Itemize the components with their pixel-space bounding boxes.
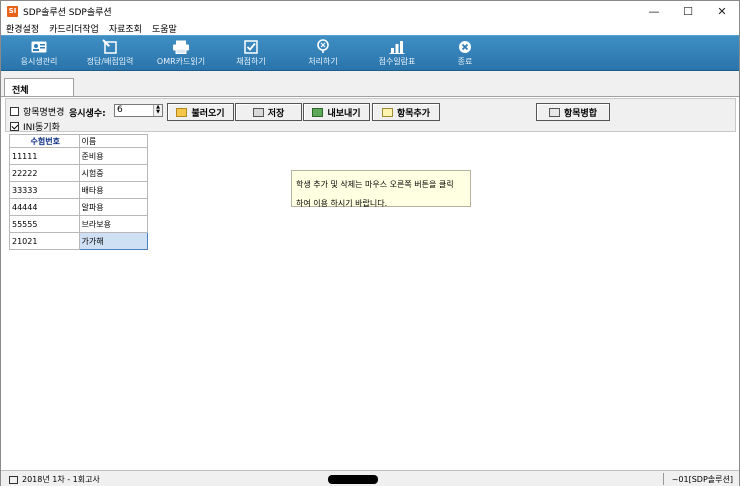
status-user: ~01[SDP솔루션] (671, 475, 733, 484)
table-row[interactable]: 22222 시험중 (9, 164, 148, 182)
load-button[interactable]: 불러오기 (167, 103, 234, 121)
tab-divider (1, 96, 739, 97)
tooltip-line-2: 하여 이용 하시기 바랍니다. (296, 199, 388, 208)
edit-sheet-icon (102, 38, 118, 55)
export-icon (312, 107, 324, 117)
cell-name[interactable]: 브라보용 (78, 215, 148, 233)
title-bar: SI SDP솔루션 SDP솔루션 — ☐ ✕ (1, 1, 739, 21)
status-bar: 2018년 1차 - 1회고사 ~01[SDP솔루션] (1, 470, 739, 486)
menu-bar: 환경설정 카드리더작업 자료조회 도움말 (1, 21, 739, 35)
cell-exam-number[interactable]: 44444 (9, 198, 80, 216)
status-exam-text: 2018년 1차 - 1회고사 (22, 475, 100, 484)
cell-exam-number[interactable]: 22222 (9, 164, 80, 182)
id-card-icon (31, 38, 47, 55)
cell-exam-number[interactable]: 21021 (9, 232, 80, 250)
toolbar-omr-read[interactable]: OMR카드읽기 (151, 38, 211, 70)
status-icon (9, 475, 18, 484)
cell-name[interactable]: 준비용 (78, 147, 148, 165)
checkbox-box[interactable] (10, 107, 19, 116)
toolbar-student-manage[interactable]: 응시생관리 (11, 38, 67, 70)
student-count-value[interactable]: 6 (117, 105, 123, 115)
column-header-exam-number[interactable]: 수험번호 (9, 134, 80, 148)
table-row[interactable]: 33333 배타용 (9, 181, 148, 199)
toolbar-exit[interactable]: 종료 (449, 38, 481, 70)
menu-data-lookup[interactable]: 자료조회 (104, 22, 147, 35)
window-title: SDP솔루션 SDP솔루션 (23, 7, 112, 18)
toolbar-label: 응시생관리 (20, 57, 58, 66)
cell-name[interactable]: 알파용 (78, 198, 148, 216)
process-icon (316, 38, 330, 55)
minimize-button[interactable]: — (637, 1, 671, 21)
cell-exam-number[interactable]: 33333 (9, 181, 80, 199)
toolbar-grading[interactable]: 채점하기 (229, 38, 273, 70)
menu-help[interactable]: 도움말 (147, 22, 182, 35)
toolbar-label: 처리하기 (308, 57, 338, 66)
table-row[interactable]: 11111 준비용 (9, 147, 148, 165)
column-header-name[interactable]: 이름 (78, 134, 148, 148)
export-button-label: 내보내기 (327, 108, 361, 119)
spinner-arrows-icon[interactable]: ▲ ▼ (153, 105, 162, 116)
toolbar-label: 종료 (457, 57, 473, 66)
print-icon (548, 107, 560, 117)
menu-card-reader[interactable]: 카드리더작업 (44, 22, 104, 35)
close-button[interactable]: ✕ (705, 1, 739, 21)
table-row[interactable]: 44444 알파용 (9, 198, 148, 216)
folder-icon (176, 107, 188, 117)
student-count-spinner[interactable]: 6 ▲ ▼ (114, 104, 163, 117)
toolbar-answer-input[interactable]: 정답/배점입력 (79, 38, 141, 70)
window-controls: — ☐ ✕ (637, 1, 739, 21)
main-toolbar: 응시생관리 정답/배점입력 OMR카드읽기 채점하기 처리하기 점수일람표 종료 (1, 35, 739, 71)
cell-name[interactable]: 시험중 (78, 164, 148, 182)
save-button[interactable]: 저장 (235, 103, 302, 121)
menu-settings[interactable]: 환경설정 (1, 22, 44, 35)
table-row[interactable]: 21021 가가해 (9, 232, 148, 250)
grid-header-row: 수험번호 이름 (9, 134, 148, 148)
ini-sync-label: INI동기화 (23, 123, 60, 133)
merge-items-button[interactable]: 항목병합 (536, 103, 610, 121)
maximize-button[interactable]: ☐ (671, 1, 705, 21)
bar-chart-icon (389, 38, 405, 55)
checkmark-icon (244, 38, 258, 55)
tab-all[interactable]: 전체 (4, 78, 74, 97)
save-button-label: 저장 (267, 108, 285, 119)
app-logo-icon: SI (7, 5, 18, 17)
toolbar-processing[interactable]: 처리하기 (301, 38, 345, 70)
close-circle-icon (458, 38, 472, 55)
rename-items-label: 항목명변경 (23, 108, 65, 118)
load-button-label: 불러오기 (191, 108, 225, 119)
help-tooltip: 학생 추가 및 삭제는 마우스 오른쪽 버튼을 클릭 하여 이용 하시기 바랍니… (291, 170, 471, 208)
table-row[interactable]: 55555 브라보용 (9, 215, 148, 233)
add-item-button-label: 항목추가 (396, 108, 431, 119)
rename-items-checkbox[interactable]: 항목명변경 (10, 105, 64, 118)
export-button[interactable]: 내보내기 (303, 103, 370, 121)
toolbar-label: 정답/배점입력 (86, 57, 134, 66)
disk-icon (252, 107, 264, 117)
student-grid: 수험번호 이름 11111 준비용 22222 시험중 33333 배타용 44… (9, 134, 148, 250)
cell-exam-number[interactable]: 55555 (9, 215, 80, 233)
toolbar-label: 점수일람표 (378, 57, 416, 66)
toolbar-label: OMR카드읽기 (156, 57, 206, 66)
cell-name[interactable]: 배타용 (78, 181, 148, 199)
ini-sync-checkbox[interactable]: INI동기화 (10, 120, 60, 133)
main-window: SI SDP솔루션 SDP솔루션 — ☐ ✕ 환경설정 카드리더작업 자료조회 … (0, 0, 740, 486)
add-item-icon (381, 107, 393, 117)
tooltip-line-1: 학생 추가 및 삭제는 마우스 오른쪽 버튼을 클릭 (296, 180, 454, 189)
student-count-label: 응시생수: (69, 109, 106, 119)
toolbar-score-table[interactable]: 점수일람표 (369, 38, 425, 70)
merge-items-button-label: 항목병합 (563, 108, 598, 119)
status-exam-info: 2018년 1차 - 1회고사 (9, 474, 100, 485)
toolbar-label: 채점하기 (236, 57, 266, 66)
printer-icon (172, 38, 190, 55)
add-item-button[interactable]: 항목추가 (372, 103, 440, 121)
status-separator (663, 473, 664, 485)
tab-strip: 전체 (1, 71, 739, 97)
cell-name-focused[interactable]: 가가해 (78, 232, 148, 250)
checkbox-box[interactable] (10, 122, 19, 131)
redacted-area (328, 475, 378, 484)
cell-exam-number[interactable]: 11111 (9, 147, 80, 165)
control-panel: 항목명변경 INI동기화 응시생수: 6 ▲ ▼ 불러오기 저장 내보내기 항목추… (5, 98, 736, 133)
